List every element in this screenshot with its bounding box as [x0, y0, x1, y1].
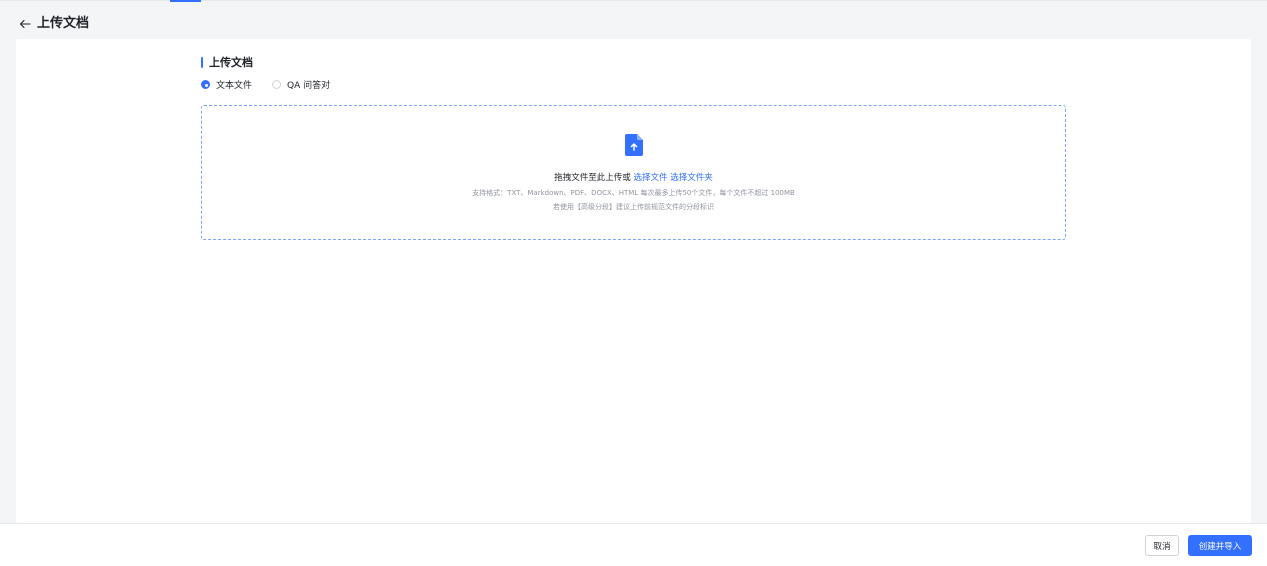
dropzone-main-text: 拖拽文件至此上传或 — [554, 173, 631, 183]
page-header: 上传文档 — [0, 10, 400, 32]
upload-card: 上传文档 文本文件 QA 问答对 拖拽文件至此上传或 选择文件 选择文件夹 支持… — [16, 39, 1251, 523]
file-upload-icon — [625, 134, 643, 156]
select-folder-link[interactable]: 选择文件夹 — [670, 173, 713, 183]
select-file-link[interactable]: 选择文件 — [633, 173, 667, 183]
radio-qa-pairs[interactable]: QA 问答对 — [272, 78, 330, 91]
radio-label: QA 问答对 — [287, 81, 331, 91]
arrow-left-icon[interactable] — [19, 15, 31, 29]
cancel-button[interactable]: 取消 — [1145, 535, 1179, 556]
radio-checked-icon[interactable] — [201, 80, 210, 89]
footer-bar: 取消 创建并导入 — [0, 523, 1267, 566]
back-button[interactable]: 上传文档 — [19, 12, 89, 31]
active-tab-indicator — [170, 0, 201, 2]
file-dropzone[interactable]: 拖拽文件至此上传或 选择文件 选择文件夹 支持格式：TXT、Markdown、P… — [201, 105, 1066, 240]
page-title: 上传文档 — [37, 15, 90, 31]
section-title: 上传文档 — [209, 56, 253, 69]
dropzone-instruction: 拖拽文件至此上传或 选择文件 选择文件夹 — [202, 171, 1065, 183]
radio-text-file[interactable]: 文本文件 — [201, 78, 252, 91]
radio-unchecked-icon[interactable] — [272, 80, 282, 89]
segment-hint: 若使用【高级分段】建议上传前规范文件的分段标识 — [553, 203, 714, 211]
document-type-radio-group: 文本文件 QA 问答对 — [201, 78, 350, 91]
radio-label: 文本文件 — [216, 81, 253, 91]
create-and-import-button[interactable]: 创建并导入 — [1188, 535, 1252, 556]
section-heading: 上传文档 — [201, 54, 253, 70]
supported-formats-hint: 支持格式：TXT、Markdown、PDF、DOCX、HTML 每次最多上传50… — [472, 189, 795, 197]
section-accent-bar — [201, 56, 203, 68]
